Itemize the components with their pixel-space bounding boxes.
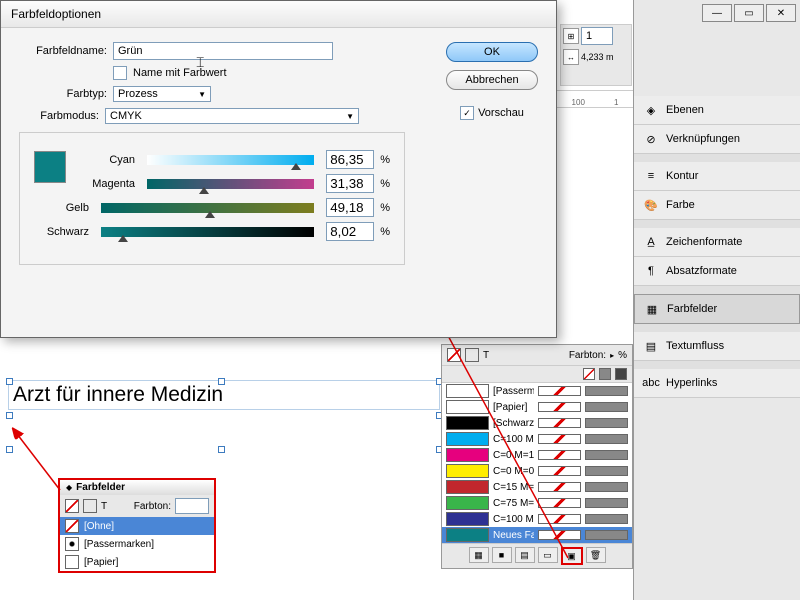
slider-label: Cyan xyxy=(80,154,135,166)
preview-label: Vorschau xyxy=(478,107,524,119)
slider-value-input[interactable] xyxy=(326,222,374,241)
name-label: Farbfeldname: xyxy=(19,45,107,57)
slider-label: Schwarz xyxy=(34,226,89,238)
slider-track[interactable] xyxy=(101,203,314,213)
slider-value-input[interactable] xyxy=(326,150,374,169)
ok-button[interactable]: OK xyxy=(446,42,538,62)
swatch-options-dialog: Farbfeldoptionen OK Abbrechen ✓ Vorschau… xyxy=(0,0,557,338)
name-with-value-checkbox[interactable] xyxy=(113,66,127,80)
slider-track[interactable] xyxy=(147,179,314,189)
cancel-button[interactable]: Abbrechen xyxy=(446,70,538,90)
swatch-name-input[interactable] xyxy=(113,42,333,60)
dialog-title: Farbfeldoptionen xyxy=(1,1,556,28)
colortype-select[interactable]: Prozess▼ xyxy=(113,86,211,102)
slider-label: Gelb xyxy=(34,202,89,214)
swatch-preview xyxy=(34,151,66,183)
text-cursor-icon: ⌶ xyxy=(196,54,204,71)
colormode-select[interactable]: CMYK▼ xyxy=(105,108,359,124)
slider-label: Magenta xyxy=(80,178,135,190)
colortype-label: Farbtyp: xyxy=(19,88,107,100)
slider-value-input[interactable] xyxy=(326,198,374,217)
name-with-value-label: Name mit Farbwert xyxy=(133,67,227,79)
mode-label: Farbmodus: xyxy=(19,110,99,122)
color-sliders: Cyan % Magenta % Gelb % Schwarz % xyxy=(19,132,405,265)
slider-value-input[interactable] xyxy=(326,174,374,193)
slider-track[interactable] xyxy=(101,227,314,237)
preview-checkbox[interactable]: ✓ xyxy=(460,106,474,120)
slider-track[interactable] xyxy=(147,155,314,165)
